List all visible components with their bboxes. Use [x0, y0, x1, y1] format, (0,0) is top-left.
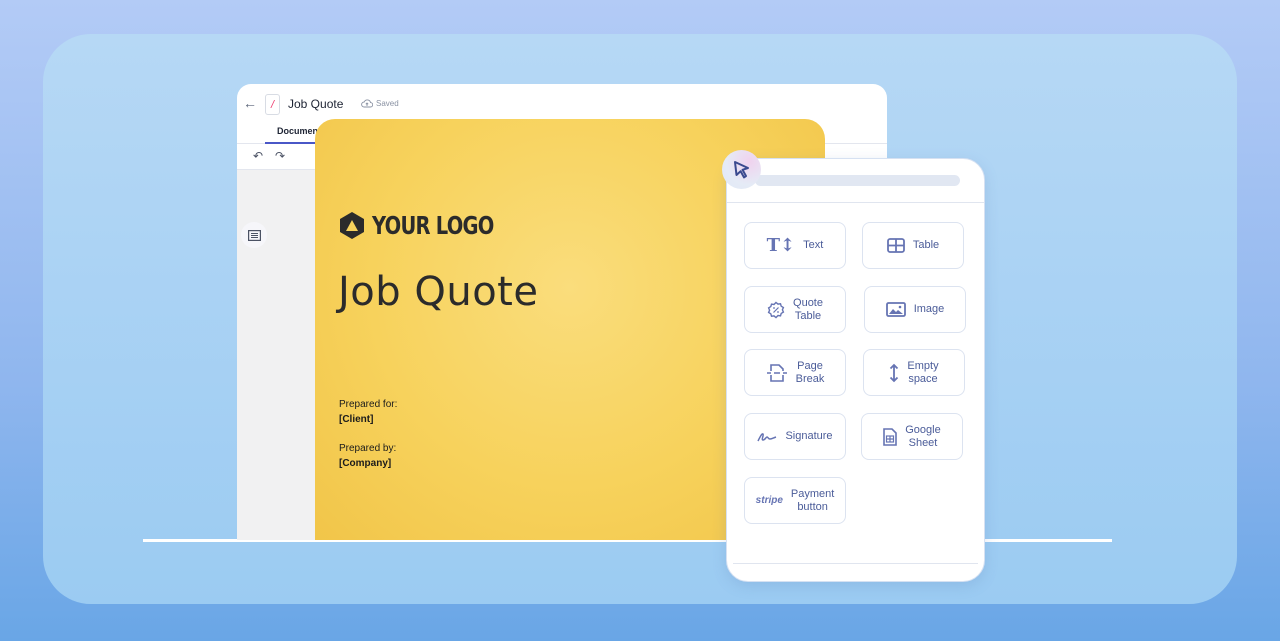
block-image[interactable]: Image	[864, 286, 966, 333]
block-quote-table[interactable]: Quote Table	[744, 286, 846, 333]
content-blocks-panel: T↕ Text Table Quote Table Image Page Break…	[726, 158, 985, 582]
block-payment-button[interactable]: stripe Payment button	[744, 477, 846, 524]
document-title[interactable]: Job Quote	[288, 97, 343, 111]
logo-mark-icon	[340, 212, 364, 239]
prepared-by-value[interactable]: [Company]	[339, 458, 391, 469]
document-icon: /	[265, 94, 280, 115]
block-label: Google Sheet	[905, 423, 941, 449]
arrow-left-icon[interactable]: ←	[243, 96, 257, 110]
block-label: Signature	[785, 430, 833, 442]
text-size-icon: T↕	[766, 235, 796, 256]
image-icon	[885, 302, 906, 317]
page-break-icon	[766, 363, 787, 382]
block-table[interactable]: Table	[862, 222, 964, 269]
block-label: Empty space	[907, 359, 939, 385]
block-page-break[interactable]: Page Break	[744, 349, 846, 396]
logo-text: YOUR LOGO	[372, 211, 494, 240]
block-label: Payment button	[790, 487, 835, 513]
outline-button[interactable]	[241, 222, 267, 248]
sheet-icon	[883, 427, 898, 446]
cursor-bubble	[722, 150, 761, 189]
prepared-by-label: Prepared by:	[339, 443, 397, 454]
panel-divider	[727, 202, 984, 203]
search-bar[interactable]	[755, 175, 960, 186]
block-label: Quote Table	[793, 296, 823, 322]
signature-icon	[757, 432, 777, 441]
save-status-text: Saved	[376, 99, 399, 108]
table-icon	[886, 238, 905, 253]
vertical-arrows-icon	[890, 363, 899, 382]
block-empty-space[interactable]: Empty space	[863, 349, 965, 396]
quote-badge-icon	[767, 301, 785, 318]
page-title[interactable]: Job Quote	[338, 269, 538, 315]
prepared-for-value[interactable]: [Client]	[339, 414, 373, 425]
block-label: Text	[803, 239, 824, 251]
prepared-for-label: Prepared for:	[339, 399, 398, 410]
block-google-sheet[interactable]: Google Sheet	[861, 413, 963, 460]
logo: YOUR LOGO	[340, 211, 528, 240]
stripe-logo-icon: stripe	[755, 495, 783, 506]
panel-bottom-divider	[733, 563, 978, 564]
cursor-arrow-icon	[733, 160, 749, 178]
save-status: Saved	[361, 99, 399, 108]
block-label: Image	[913, 303, 945, 315]
block-label: Page Break	[795, 359, 825, 385]
list-outline-icon	[247, 229, 261, 241]
block-signature[interactable]: Signature	[744, 413, 846, 460]
undo-icon[interactable]: ↶	[253, 149, 263, 163]
editor-topbar: ← / Job Quote Saved	[237, 84, 887, 124]
redo-icon[interactable]: ↷	[275, 149, 285, 163]
block-text[interactable]: T↕ Text	[744, 222, 846, 269]
block-label: Table	[912, 239, 940, 251]
cloud-upload-icon	[361, 99, 373, 108]
